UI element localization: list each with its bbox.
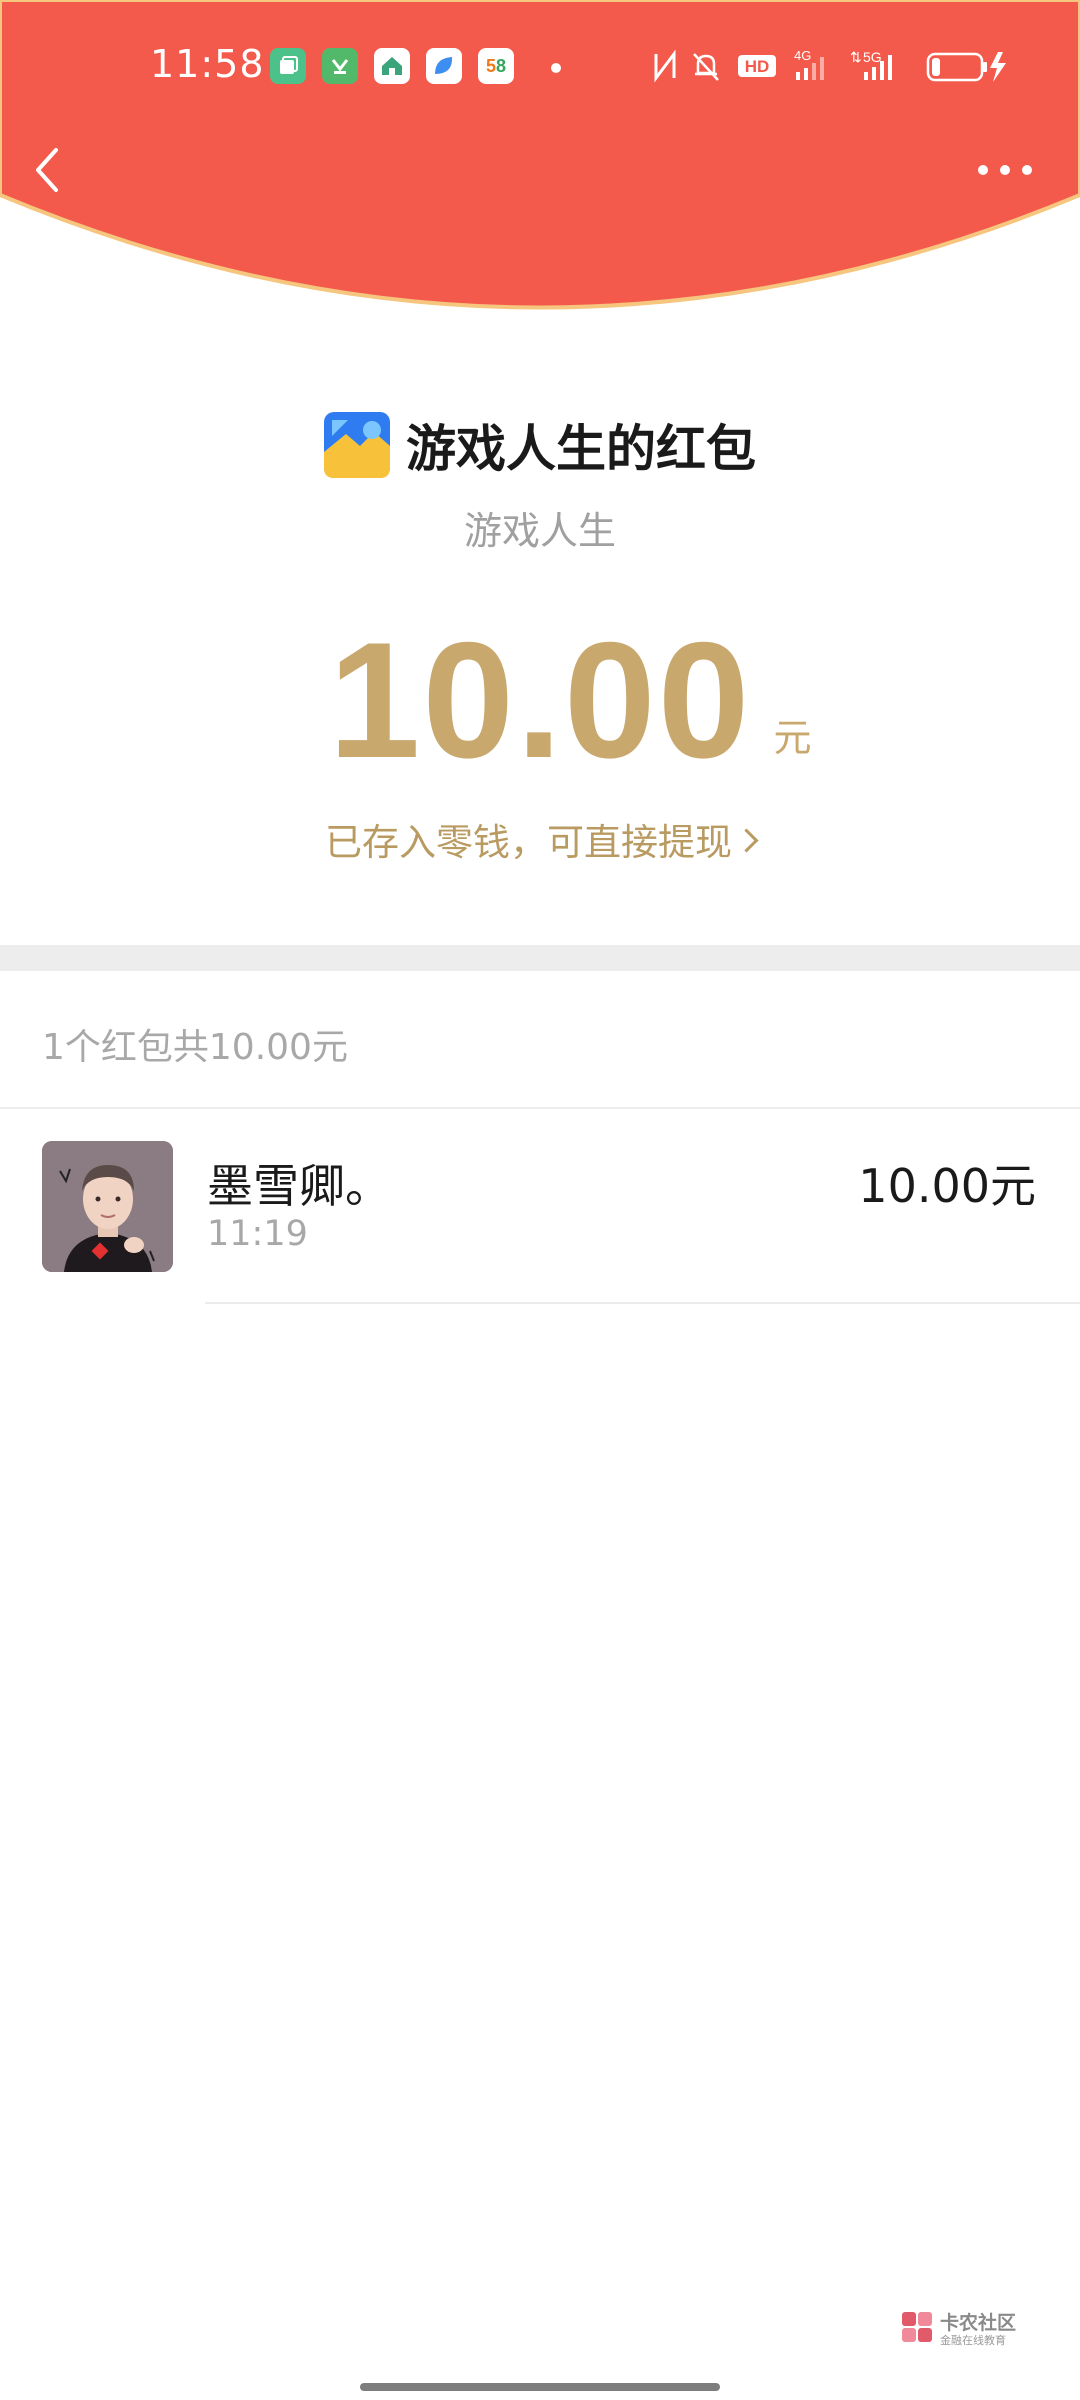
- record-amount: 10.00元: [858, 1159, 1036, 1213]
- divider-line: [0, 1107, 1080, 1109]
- svg-text:⇅: ⇅: [850, 49, 862, 65]
- amount-display: 10.00 元: [0, 610, 1080, 790]
- 58-app-icon: 58: [478, 48, 514, 84]
- signal-4g-icon: 4G: [794, 48, 824, 80]
- status-time: 11:58: [150, 42, 265, 86]
- net2-label: 5G: [863, 49, 882, 65]
- status-bar: 11:58 58 HD 4G ⇅ 5G: [0, 0, 1080, 140]
- mute-bell-icon: [693, 53, 719, 81]
- record-name: 墨雪卿。: [207, 1159, 391, 1213]
- more-options-icon[interactable]: [975, 155, 1035, 185]
- net1-label: 4G: [794, 48, 811, 63]
- notification-dot: [551, 63, 561, 73]
- deposit-text: 已存入零钱，可直接提现: [325, 821, 732, 864]
- kanong-watermark: 卡农社区 金融在线教育: [900, 2308, 1060, 2348]
- hd-label: HD: [745, 57, 770, 76]
- list-item[interactable]: 墨雪卿。 11:19 10.00元: [0, 1110, 1080, 1305]
- chevron-right-icon: [734, 828, 759, 853]
- watermark-title: 卡农社区: [940, 2312, 1017, 2334]
- home-indicator[interactable]: [360, 2383, 720, 2391]
- hd-icon: HD: [738, 55, 776, 77]
- amount-value: 10.00: [328, 608, 752, 792]
- game-life-logo-icon: [324, 412, 390, 478]
- battery-icon: [926, 52, 1006, 82]
- back-arrow-icon[interactable]: [28, 140, 68, 200]
- avatar[interactable]: [42, 1141, 173, 1272]
- packet-sender: 游戏人生: [463, 509, 616, 553]
- browser-app-icon: [426, 48, 462, 84]
- home-app-icon: [374, 48, 410, 84]
- gallery-app-icon: [270, 48, 306, 84]
- packet-title-row: 游戏人生的红包: [0, 405, 1080, 485]
- divider-line: [205, 1302, 1080, 1304]
- record-time: 11:19: [207, 1214, 308, 1254]
- kanong-logo-icon: [902, 2312, 932, 2342]
- deposit-link[interactable]: 已存入零钱，可直接提现: [0, 812, 1080, 866]
- watermark-subtitle: 金融在线教育: [940, 2334, 1006, 2347]
- amount-unit: 元: [773, 716, 812, 760]
- vip-app-icon: [322, 48, 358, 84]
- section-divider: [0, 945, 1080, 971]
- nfc-icon: [654, 49, 676, 83]
- packet-summary: 1个红包共10.00元: [42, 1027, 348, 1068]
- packet-title: 游戏人生的红包: [406, 420, 756, 478]
- signal-5g-icon: ⇅ 5G: [850, 49, 892, 80]
